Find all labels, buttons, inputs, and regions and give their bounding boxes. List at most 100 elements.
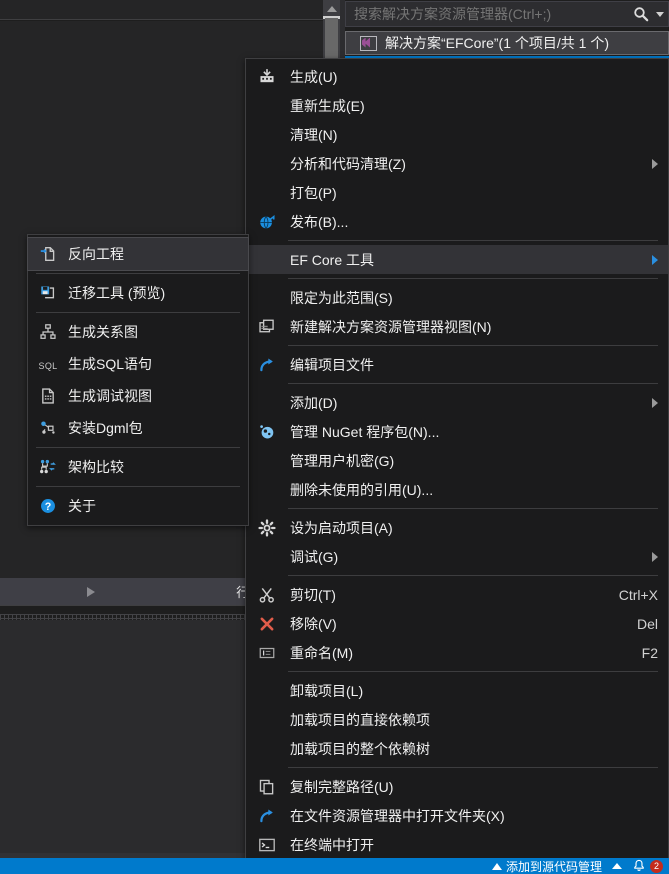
submenu-arrow-icon xyxy=(652,158,658,169)
submenu-arrow-icon xyxy=(652,254,658,265)
menu-item-17[interactable]: 删除未使用的引用(U)... xyxy=(246,475,668,504)
submenu-arrow-icon xyxy=(652,551,658,562)
menu-item-5[interactable]: SQL 生成SQL语句 xyxy=(28,348,248,380)
menu-item-23[interactable]: 移除(V) Del xyxy=(246,609,668,638)
remove-x-icon-slot xyxy=(246,609,288,638)
menu-item-6[interactable]: 生成调试视图 xyxy=(28,380,248,412)
solution-explorer-toolbar xyxy=(0,0,323,20)
menu-icon-slot-empty xyxy=(246,446,288,475)
project-context-menu[interactable]: 生成(U) 重新生成(E) 清理(N) 分析和代码清理(Z) 打包(P) 发布(B)..… xyxy=(245,58,669,874)
menu-item-26[interactable]: 卸载项目(L) xyxy=(246,676,668,705)
edit-arrow-icon-slot xyxy=(246,350,288,379)
terminal-icon-slot xyxy=(246,830,288,859)
menu-item-label: 发布(B)... xyxy=(290,213,349,230)
search-box[interactable] xyxy=(345,1,669,27)
menu-item-31[interactable]: 在文件资源管理器中打开文件夹(X) xyxy=(246,801,668,830)
sql-icon-slot: SQL xyxy=(28,350,68,379)
menu-item-15[interactable]: 管理 NuGet 程序包(N)... xyxy=(246,417,668,446)
menu-item-2[interactable]: 清理(N) xyxy=(246,120,668,149)
menu-item-label: 卸载项目(L) xyxy=(290,682,364,699)
menu-item-22[interactable]: 剪切(T) Ctrl+X xyxy=(246,580,668,609)
menu-item-24[interactable]: 重命名(M) F2 xyxy=(246,638,668,667)
menu-item-4[interactable]: 打包(P) xyxy=(246,178,668,207)
menu-item-3[interactable]: 分析和代码清理(Z) xyxy=(246,149,668,178)
menu-item-label: 移除(V) xyxy=(290,615,337,632)
reverse-engineer-icon-slot xyxy=(28,240,68,269)
menu-item-label: 迁移工具 (预览) xyxy=(68,285,166,301)
menu-item-label: 生成关系图 xyxy=(68,324,138,340)
remove-x-icon xyxy=(258,615,276,633)
dgml-icon-slot xyxy=(28,414,68,443)
menu-item-0[interactable]: 反向工程 xyxy=(27,237,249,271)
menu-item-5[interactable]: 发布(B)... xyxy=(246,207,668,236)
gear-icon-slot xyxy=(246,513,288,542)
search-icon[interactable] xyxy=(630,2,652,26)
menu-separator xyxy=(288,240,658,241)
menu-item-7[interactable]: 安装Dgml包 xyxy=(28,412,248,444)
solution-root-node[interactable]: 解决方案“EFCore”(1 个项目/共 1 个) xyxy=(345,31,669,55)
menu-item-10[interactable]: 新建解决方案资源管理器视图(N) xyxy=(246,312,668,341)
chevron-down-icon[interactable] xyxy=(652,2,668,26)
menu-item-11[interactable]: ? 关于 xyxy=(28,490,248,522)
menu-item-30[interactable]: 复制完整路径(U) xyxy=(246,772,668,801)
menu-item-32[interactable]: 在终端中打开 xyxy=(246,830,668,859)
menu-separator xyxy=(36,312,240,313)
caret-up-icon xyxy=(612,863,622,869)
scroll-up-arrow-icon[interactable] xyxy=(323,0,340,17)
scissors-icon xyxy=(258,586,276,604)
notification-count-badge: 2 xyxy=(650,859,663,873)
caret-up-button[interactable] xyxy=(612,863,622,869)
about-help-icon-slot: ? xyxy=(28,492,68,521)
visual-studio-solution-icon xyxy=(360,35,377,51)
menu-item-2[interactable]: 迁移工具 (预览) xyxy=(28,277,248,309)
build-icon-slot xyxy=(246,62,288,91)
edit-arrow-icon xyxy=(258,807,276,825)
copy-icon-slot xyxy=(246,772,288,801)
menu-item-7[interactable]: EF Core 工具 xyxy=(246,245,668,274)
menu-item-27[interactable]: 加载项目的直接依赖项 xyxy=(246,705,668,734)
ef-core-tools-submenu[interactable]: 反向工程 迁移工具 (预览) 生成关系图 SQL 生成SQL语句 生成调试视图 安装… xyxy=(27,234,249,526)
menu-item-9[interactable]: 限定为此范围(S) xyxy=(246,283,668,312)
publish-globe-icon xyxy=(258,213,276,231)
menu-separator xyxy=(288,767,658,768)
menu-item-28[interactable]: 加载项目的整个依赖树 xyxy=(246,734,668,763)
menu-item-19[interactable]: 设为启动项目(A) xyxy=(246,513,668,542)
menu-item-label: 调试(G) xyxy=(290,548,339,565)
nuget-icon-slot xyxy=(246,417,288,446)
menu-item-label: 生成调试视图 xyxy=(68,388,152,404)
menu-item-label: EF Core 工具 xyxy=(290,251,375,268)
menu-item-4[interactable]: 生成关系图 xyxy=(28,316,248,348)
menu-icon-slot-empty xyxy=(246,705,288,734)
menu-item-20[interactable]: 调试(G) xyxy=(246,542,668,571)
search-input[interactable] xyxy=(346,6,630,22)
source-control-status[interactable]: 添加到源代码管理 xyxy=(491,858,602,874)
edit-arrow-icon xyxy=(258,356,276,374)
menu-separator xyxy=(288,345,658,346)
menu-item-1[interactable]: 重新生成(E) xyxy=(246,91,668,120)
menu-item-0[interactable]: 生成(U) xyxy=(246,62,668,91)
menu-item-14[interactable]: 添加(D) xyxy=(246,388,668,417)
notifications-button[interactable]: 2 xyxy=(632,859,663,873)
menu-item-16[interactable]: 管理用户机密(G) xyxy=(246,446,668,475)
migrations-icon xyxy=(39,284,57,302)
rename-icon xyxy=(258,644,276,662)
source-control-label: 添加到源代码管理 xyxy=(505,859,602,874)
gear-icon xyxy=(258,518,276,537)
menu-icon-slot-empty xyxy=(246,245,288,274)
migrations-icon-slot xyxy=(28,279,68,308)
menu-item-label: 生成(U) xyxy=(290,68,338,85)
publish-globe-icon-slot xyxy=(246,207,288,236)
build-icon xyxy=(258,68,276,86)
sql-icon: SQL xyxy=(38,361,58,371)
debug-view-icon-slot xyxy=(28,382,68,411)
menu-icon-slot-empty xyxy=(246,120,288,149)
menu-item-12[interactable]: 编辑项目文件 xyxy=(246,350,668,379)
status-bar: 添加到源代码管理 2 xyxy=(0,858,669,874)
menu-icon-slot-empty xyxy=(246,388,288,417)
menu-item-label: 设为启动项目(A) xyxy=(290,519,393,536)
schema-compare-icon xyxy=(39,458,57,476)
menu-item-label: 在文件资源管理器中打开文件夹(X) xyxy=(290,807,505,824)
menu-item-9[interactable]: 架构比较 xyxy=(28,451,248,483)
menu-item-label: 生成SQL语句 xyxy=(68,356,153,372)
menu-item-label: 打包(P) xyxy=(290,184,337,201)
